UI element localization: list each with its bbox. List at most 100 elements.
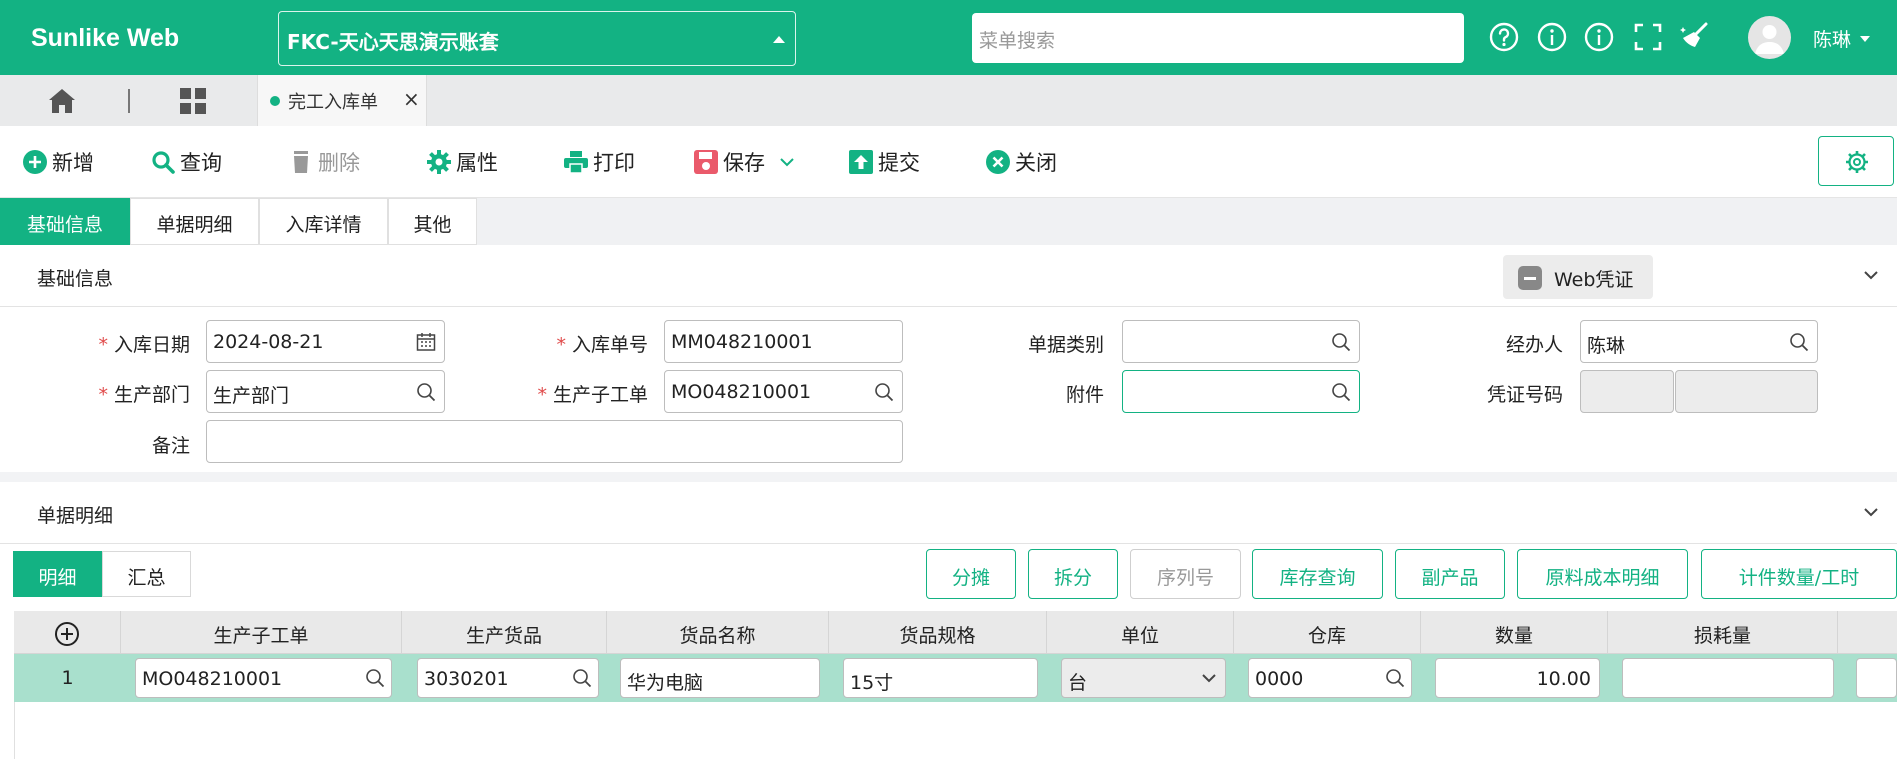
col-sub-order[interactable]: 生产子工单 — [121, 611, 402, 654]
avatar[interactable] — [1748, 16, 1791, 59]
cell-sub-order[interactable]: MO048210001 — [135, 658, 392, 698]
info-icon[interactable] — [1583, 21, 1615, 53]
save-button[interactable]: 保存 — [693, 147, 795, 177]
search-icon[interactable] — [874, 382, 894, 402]
col-product-name[interactable]: 货品名称 — [607, 611, 829, 654]
serial-number-button[interactable]: 序列号 — [1130, 549, 1241, 599]
calendar-icon[interactable] — [416, 332, 436, 352]
search-icon[interactable] — [416, 382, 436, 402]
byproduct-button[interactable]: 副产品 — [1395, 549, 1505, 599]
search-icon — [152, 151, 175, 174]
plus-circle-icon[interactable] — [54, 621, 80, 647]
menu-search-input[interactable]: 菜单搜索 — [972, 13, 1464, 63]
properties-button[interactable]: 属性 — [426, 147, 498, 177]
tab-doc-detail[interactable]: 单据明细 — [130, 198, 259, 245]
handler-field[interactable]: 陈琳 — [1580, 320, 1818, 363]
fullscreen-icon[interactable] — [1632, 21, 1664, 53]
in-no-label: * 入库单号 — [556, 334, 648, 356]
info-icon[interactable] — [1536, 21, 1568, 53]
basic-info-panel: 基础信息 Web凭证 * 入库日期 2024-08-21 * 入库单号 MM0482… — [0, 245, 1897, 472]
new-button[interactable]: 新增 — [22, 147, 94, 177]
tab-summary[interactable]: 汇总 — [102, 551, 191, 597]
chevron-down-icon[interactable] — [779, 156, 795, 168]
tab-basic-info[interactable]: 基础信息 — [0, 198, 130, 245]
cell-spec[interactable]: 15寸 — [843, 658, 1038, 698]
piece-count-button[interactable]: 计件数量/工时 — [1701, 549, 1897, 599]
cell-loss[interactable] — [1622, 658, 1834, 698]
basic-info-title: 基础信息 — [37, 268, 114, 290]
voucher-no-label: 凭证号码 — [1486, 384, 1563, 406]
search-icon[interactable] — [1385, 668, 1405, 688]
brand-logo: Sunlike Web — [31, 24, 180, 52]
close-label: 关闭 — [1015, 151, 1057, 175]
save-label: 保存 — [723, 151, 765, 175]
table-row[interactable]: 1 MO048210001 3030201 华为电脑 15寸 台 0000 10… — [14, 654, 1897, 702]
cell-product-name[interactable]: 华为电脑 — [620, 658, 820, 698]
apps-grid-icon[interactable] — [179, 87, 207, 115]
tab-other[interactable]: 其他 — [388, 198, 477, 245]
material-cost-button[interactable]: 原料成本明细 — [1517, 549, 1688, 599]
allocate-button[interactable]: 分摊 — [926, 549, 1016, 599]
search-icon[interactable] — [572, 668, 592, 688]
doc-type-label: 单据类别 — [1027, 334, 1104, 356]
cell-next-col[interactable] — [1856, 658, 1897, 698]
web-voucher-label: Web凭证 — [1554, 269, 1634, 291]
search-icon[interactable] — [1331, 332, 1351, 352]
search-icon[interactable] — [1331, 382, 1351, 402]
cell-warehouse[interactable]: 0000 — [1248, 658, 1412, 698]
tab-detail[interactable]: 明细 — [13, 551, 102, 597]
broom-icon[interactable] — [1679, 21, 1711, 53]
dept-label: * 生产部门 — [98, 384, 190, 406]
doc-type-field[interactable] — [1122, 320, 1360, 363]
search-icon[interactable] — [365, 668, 385, 688]
search-icon[interactable] — [1789, 332, 1809, 352]
page-tabs-bar: 完工入库单 × — [0, 75, 1897, 126]
close-button[interactable]: 关闭 — [985, 147, 1057, 177]
in-date-field[interactable]: 2024-08-21 — [206, 320, 445, 363]
remark-field[interactable] — [206, 420, 903, 463]
print-button[interactable]: 打印 — [563, 147, 635, 177]
submit-button[interactable]: 提交 — [848, 147, 920, 177]
query-button[interactable]: 查询 — [150, 147, 222, 177]
account-set-value: FKC-天心天思演示账套 — [287, 30, 499, 54]
minus-square-icon — [1518, 266, 1542, 290]
home-icon[interactable] — [48, 88, 76, 114]
col-spec[interactable]: 货品规格 — [829, 611, 1047, 654]
settings-button[interactable] — [1818, 136, 1894, 186]
col-product[interactable]: 生产货品 — [402, 611, 607, 654]
row-number: 1 — [61, 667, 74, 689]
tab-receipt-detail[interactable]: 入库详情 — [259, 198, 388, 245]
stock-query-button[interactable]: 库存查询 — [1252, 549, 1383, 599]
add-row-cell[interactable] — [14, 611, 121, 654]
close-icon[interactable]: × — [403, 87, 420, 111]
basic-info-header[interactable]: 基础信息 Web凭证 — [0, 245, 1897, 307]
web-voucher-button[interactable]: Web凭证 — [1503, 255, 1653, 299]
col-unit[interactable]: 单位 — [1047, 611, 1234, 654]
dept-field[interactable]: 生产部门 — [206, 370, 445, 413]
detail-header[interactable]: 单据明细 — [0, 482, 1897, 544]
attachment-field[interactable] — [1122, 370, 1360, 413]
sub-order-field[interactable]: MO048210001 — [664, 370, 903, 413]
col-quantity[interactable]: 数量 — [1421, 611, 1608, 654]
attachment-label: 附件 — [1065, 384, 1104, 406]
tab-finished-goods-receipt[interactable]: 完工入库单 × — [257, 75, 427, 126]
col-loss[interactable]: 损耗量 — [1608, 611, 1838, 654]
user-name[interactable]: 陈琳 — [1813, 25, 1851, 52]
account-set-select[interactable]: FKC-天心天思演示账套 — [278, 11, 796, 66]
chevron-down-icon[interactable] — [1201, 672, 1217, 684]
save-icon — [694, 150, 718, 174]
cell-product[interactable]: 3030201 — [417, 658, 599, 698]
chevron-down-icon[interactable] — [1863, 506, 1879, 518]
delete-button[interactable]: 删除 — [288, 147, 360, 177]
col-warehouse[interactable]: 仓库 — [1234, 611, 1421, 654]
cell-unit-select[interactable]: 台 — [1061, 658, 1226, 698]
split-button[interactable]: 拆分 — [1028, 549, 1118, 599]
new-label: 新增 — [52, 151, 94, 175]
cell-quantity[interactable]: 10.00 — [1435, 658, 1600, 698]
help-icon[interactable] — [1488, 21, 1520, 53]
divider — [128, 89, 130, 113]
in-no-field[interactable]: MM048210001 — [664, 320, 903, 363]
action-toolbar: 新增 查询 删除 属性 打印 保存 提交 关闭 — [0, 126, 1897, 198]
chevron-down-icon[interactable] — [1863, 269, 1879, 281]
chevron-down-icon[interactable] — [1860, 36, 1870, 42]
